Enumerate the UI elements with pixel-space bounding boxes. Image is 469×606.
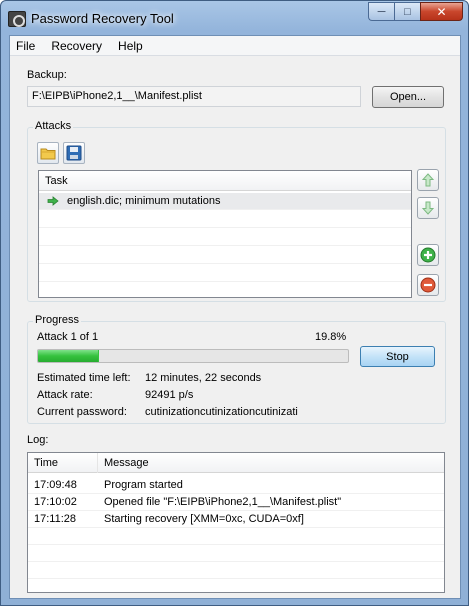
window-controls: ─ □ ✕ [368, 2, 463, 22]
column-message[interactable]: Message [98, 453, 444, 473]
arrow-right-icon [47, 196, 59, 206]
maximize-icon: □ [404, 5, 411, 18]
minus-icon [420, 277, 436, 293]
list-item [39, 265, 411, 282]
log-row[interactable]: 17:09:48 Program started [28, 477, 444, 494]
list-item [28, 545, 444, 562]
current-password-value: cutinizationcutinizationcutinizati [145, 406, 298, 418]
progress-bar-fill [38, 350, 100, 362]
menu-file[interactable]: File [16, 39, 35, 53]
list-item [39, 247, 411, 264]
log-list-header: Time Message [28, 453, 444, 473]
open-button[interactable]: Open... [372, 86, 444, 108]
attack-rate-label: Attack rate: [37, 389, 93, 401]
load-attack-button[interactable] [37, 142, 59, 164]
log-row[interactable]: 17:11:28 Starting recovery [XMM=0xc, CUD… [28, 511, 444, 528]
progress-percent: 19.8% [315, 331, 347, 343]
list-item [39, 229, 411, 246]
attack-count-label: Attack 1 of 1 [37, 331, 99, 343]
progress-bar [37, 349, 349, 363]
window-title: Password Recovery Tool [31, 11, 174, 26]
menu-help[interactable]: Help [118, 39, 143, 53]
menu-bar: File Recovery Help [10, 36, 460, 56]
column-time[interactable]: Time [28, 453, 98, 473]
attacks-list[interactable]: Task english.dic; minimum mutations [38, 170, 412, 298]
log-time: 17:10:02 [34, 496, 77, 508]
save-attack-button[interactable] [63, 142, 85, 164]
attack-task-row[interactable]: english.dic; minimum mutations [39, 193, 411, 210]
log-list[interactable]: Time Message 17:09:48 Program started 17… [27, 452, 445, 593]
log-row[interactable]: 17:10:02 Opened file "F:\EIPB\iPhone2,1_… [28, 494, 444, 511]
backup-path-field[interactable]: F:\EIPB\iPhone2,1__\Manifest.plist [27, 86, 361, 107]
backup-path-text: F:\EIPB\iPhone2,1__\Manifest.plist [32, 90, 202, 102]
minimize-button[interactable]: ─ [368, 2, 394, 21]
save-icon [66, 145, 82, 161]
log-time: 17:09:48 [34, 479, 77, 491]
remove-attack-button[interactable] [417, 274, 439, 296]
close-icon: ✕ [436, 4, 447, 19]
progress-group-title: Progress [33, 314, 82, 326]
client-area: File Recovery Help Backup: F:\EIPB\iPhon… [9, 35, 461, 599]
log-message: Opened file "F:\EIPB\iPhone2,1__\Manifes… [104, 496, 342, 508]
attacks-list-header: Task [39, 171, 411, 191]
app-icon [8, 11, 26, 27]
est-time-label: Estimated time left: [37, 372, 131, 384]
log-time: 17:11:28 [34, 513, 77, 525]
list-item [39, 211, 411, 228]
column-task[interactable]: Task [39, 171, 411, 191]
minimize-icon: ─ [377, 5, 386, 18]
move-up-button[interactable] [417, 169, 439, 191]
backup-label: Backup: [27, 69, 67, 81]
attack-task-text: english.dic; minimum mutations [67, 195, 221, 207]
attack-rate-value: 92491 p/s [145, 389, 194, 401]
list-item [28, 528, 444, 545]
maximize-button[interactable]: □ [394, 2, 420, 21]
arrow-up-icon [422, 173, 434, 187]
stop-button[interactable]: Stop [360, 346, 435, 367]
title-bar[interactable]: Password Recovery Tool ─ □ ✕ [1, 1, 468, 35]
current-password-label: Current password: [37, 406, 127, 418]
log-message: Program started [104, 479, 183, 491]
log-label: Log: [27, 434, 49, 446]
est-time-value: 12 minutes, 22 seconds [145, 372, 262, 384]
menu-recovery[interactable]: Recovery [51, 39, 102, 53]
add-attack-button[interactable] [417, 244, 439, 266]
arrow-down-icon [422, 201, 434, 215]
plus-icon [420, 247, 436, 263]
list-item [28, 562, 444, 579]
close-button[interactable]: ✕ [420, 2, 463, 21]
app-window: Password Recovery Tool ─ □ ✕ File Recove… [0, 0, 469, 606]
log-message: Starting recovery [XMM=0xc, CUDA=0xf] [104, 513, 304, 525]
folder-icon [40, 148, 56, 160]
attacks-group-title: Attacks [33, 120, 74, 132]
move-down-button[interactable] [417, 197, 439, 219]
